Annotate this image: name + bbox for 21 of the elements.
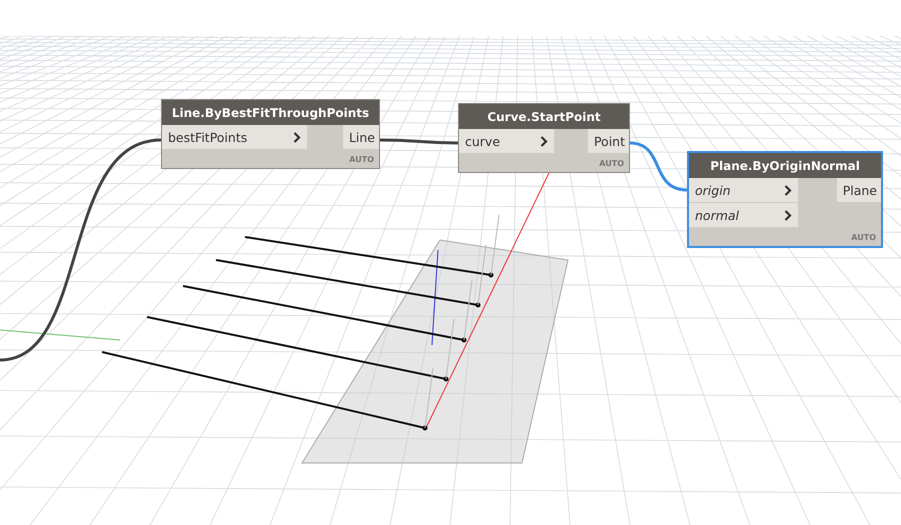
lacing-label: AUTO	[851, 233, 876, 242]
chevron-icon	[293, 132, 301, 142]
node-card[interactable]: Line.ByBestFitThroughPoints bestFitPoints Line AUTO	[161, 99, 380, 169]
node-card[interactable]: Plane.ByOriginNormal origin normal Plane AUTO	[687, 151, 883, 248]
node-title: Line.ByBestFitThroughPoints	[172, 106, 370, 120]
wire	[630, 142, 688, 192]
input-port[interactable]: bestFitPoints	[162, 125, 307, 149]
input-port[interactable]: curve	[459, 129, 554, 153]
output-port[interactable]: Point	[588, 129, 629, 153]
chevron-icon	[784, 184, 792, 196]
chevron-icon	[540, 136, 548, 146]
lacing-label: AUTO	[349, 155, 374, 164]
lacing-label: AUTO	[599, 159, 624, 168]
output-port[interactable]: Line	[342, 125, 379, 149]
chevron-icon	[784, 210, 792, 220]
node-title: Plane.ByOriginNormal	[710, 158, 860, 172]
node-title: Curve.StartPoint	[487, 110, 601, 124]
input-port[interactable]: origin	[689, 178, 798, 202]
node-card[interactable]: Curve.StartPoint curve Point AUTO	[458, 103, 630, 173]
input-port[interactable]: normal	[689, 203, 798, 227]
output-port[interactable]: Plane	[836, 178, 881, 202]
